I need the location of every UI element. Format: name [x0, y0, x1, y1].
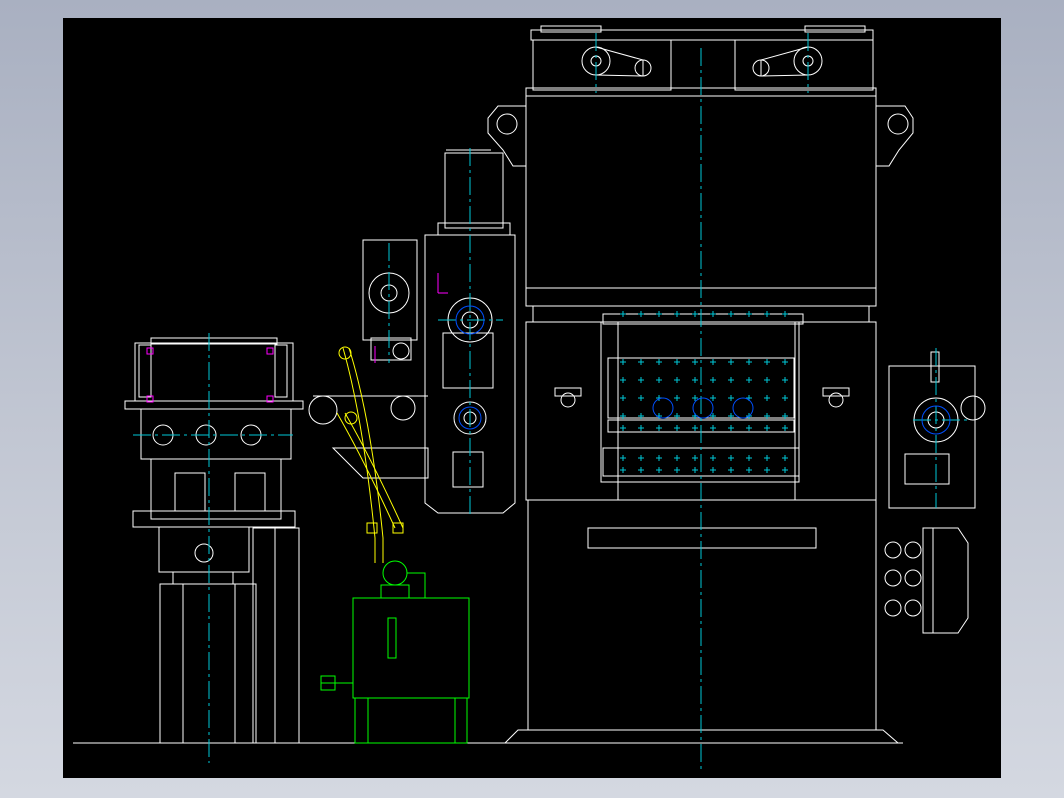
cad-drawing [73, 25, 986, 773]
hydraulic-pipes [336, 346, 404, 563]
side-cylinders [884, 541, 922, 617]
uncoiler-stand [124, 337, 304, 744]
motor-unit [362, 239, 418, 361]
cad-viewport[interactable] [63, 18, 1001, 778]
hydraulic-tank [320, 560, 470, 744]
press-side-handles [554, 387, 850, 408]
right-gearbox [888, 351, 986, 509]
straightener [308, 395, 429, 479]
slide-marks [620, 311, 788, 473]
